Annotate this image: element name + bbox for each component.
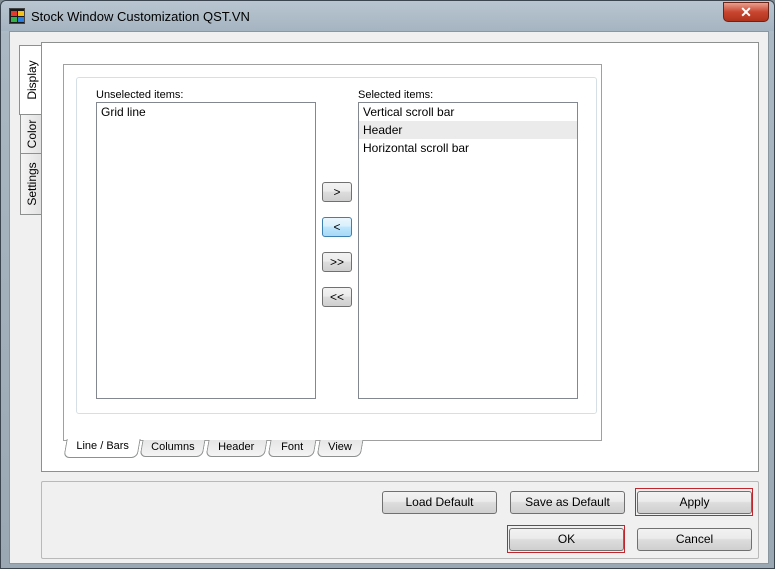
close-button[interactable]: ✕ bbox=[723, 2, 769, 22]
remove-item-button[interactable]: < bbox=[322, 217, 352, 237]
tab-settings[interactable]: Settings bbox=[20, 153, 42, 215]
button-panel: Load Default Save as Default Apply OK Ca… bbox=[41, 481, 759, 559]
window-title: Stock Window Customization QST.VN bbox=[31, 9, 250, 24]
tab-line-bars[interactable]: Line / Bars bbox=[63, 439, 141, 458]
tab-view[interactable]: View bbox=[316, 440, 364, 457]
tab-font-label: Font bbox=[281, 441, 304, 453]
save-as-default-button[interactable]: Save as Default bbox=[510, 491, 625, 514]
display-tab-panel: Unselected items: Grid line > < >> << Se… bbox=[41, 42, 759, 472]
remove-all-button[interactable]: << bbox=[322, 287, 352, 307]
unselected-items-label: Unselected items: bbox=[96, 89, 184, 101]
tab-header[interactable]: Header bbox=[205, 440, 268, 457]
items-group: Unselected items: Grid line > < >> << Se… bbox=[76, 77, 597, 414]
tab-display[interactable]: Display bbox=[19, 45, 43, 115]
tab-color[interactable]: Color bbox=[20, 114, 42, 154]
list-item[interactable]: Grid line bbox=[97, 103, 315, 121]
add-all-button[interactable]: >> bbox=[322, 252, 352, 272]
line-bars-tab-page: Unselected items: Grid line > < >> << Se… bbox=[63, 64, 602, 441]
title-bar[interactable]: Stock Window Customization QST.VN ✕ bbox=[1, 1, 774, 31]
tab-display-label: Display bbox=[24, 60, 39, 100]
dialog-client-area: Display Color Settings Unselected items:… bbox=[9, 31, 769, 564]
tab-font[interactable]: Font bbox=[267, 440, 317, 457]
selected-items-label: Selected items: bbox=[358, 89, 434, 101]
tab-header-label: Header bbox=[218, 441, 255, 453]
list-item[interactable]: Vertical scroll bar bbox=[359, 103, 577, 121]
selected-items-list[interactable]: Vertical scroll bar Header Horizontal sc… bbox=[358, 102, 578, 399]
unselected-items-list[interactable]: Grid line bbox=[96, 102, 316, 399]
load-default-button[interactable]: Load Default bbox=[382, 491, 497, 514]
add-item-button[interactable]: > bbox=[322, 182, 352, 202]
cancel-button[interactable]: Cancel bbox=[637, 528, 752, 551]
dialog-window: Stock Window Customization QST.VN ✕ Disp… bbox=[0, 0, 775, 569]
tab-settings-label: Settings bbox=[24, 162, 39, 206]
app-icon bbox=[9, 8, 25, 24]
tab-color-label: Color bbox=[24, 119, 39, 149]
tab-columns[interactable]: Columns bbox=[139, 440, 206, 457]
tab-columns-label: Columns bbox=[150, 441, 195, 453]
tab-view-label: View bbox=[328, 441, 353, 453]
tab-line-bars-label: Line / Bars bbox=[76, 440, 129, 452]
list-item-hovered[interactable]: Header bbox=[359, 121, 577, 139]
list-item[interactable]: Horizontal scroll bar bbox=[359, 139, 577, 157]
apply-button[interactable]: Apply bbox=[637, 491, 752, 514]
close-icon: ✕ bbox=[740, 4, 752, 20]
ok-button[interactable]: OK bbox=[509, 528, 624, 551]
